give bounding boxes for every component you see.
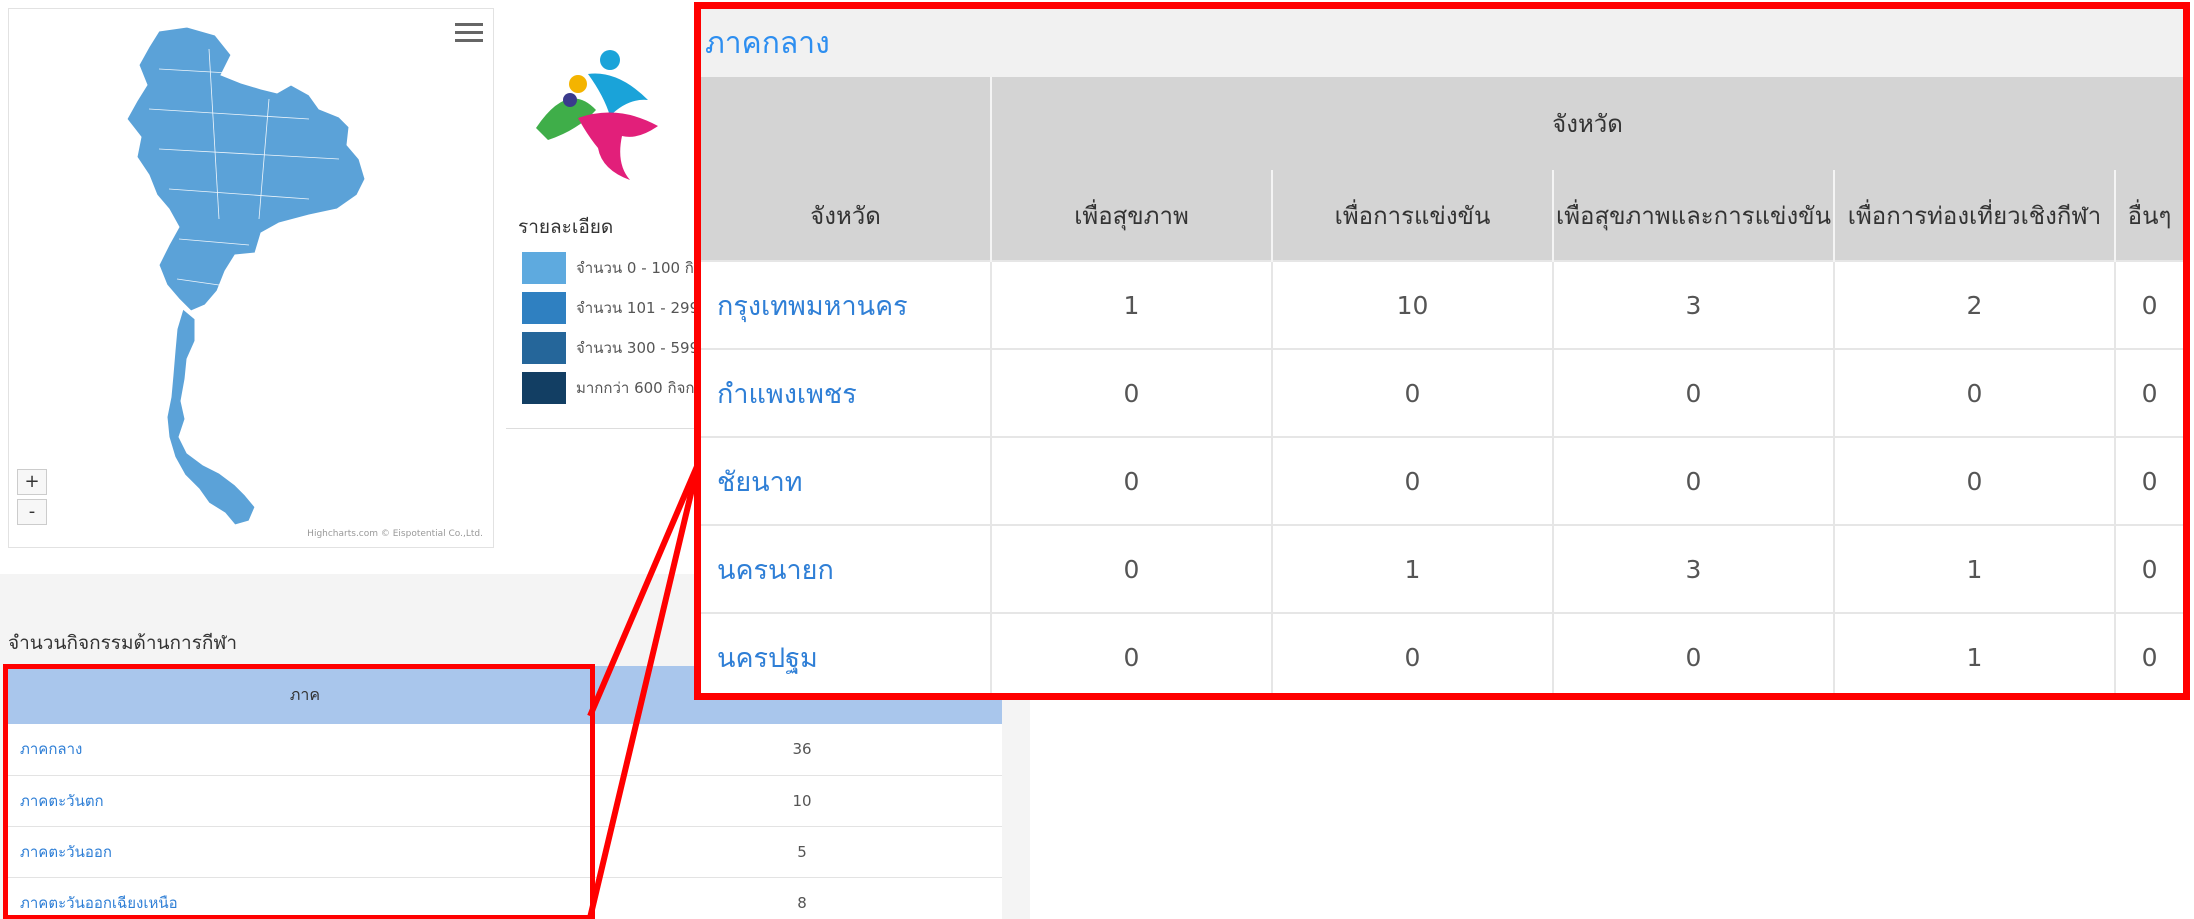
table-cell: 0 <box>2113 348 2183 437</box>
region-count: 36 <box>602 724 1002 776</box>
table-cell: 0 <box>990 524 1272 613</box>
table-cell: 0 <box>2113 524 2183 613</box>
zoomed-detail-panel: ภาคกลาง จังหวัด จังหวัด เพื่อสุขภาพ เพื่… <box>694 2 2190 700</box>
legend-label: จำนวน 101 - 299 ก <box>576 299 713 317</box>
table-cell: 1 <box>990 260 1272 349</box>
zoom-panel-title[interactable]: ภาคกลาง <box>705 20 830 67</box>
province-column-header[interactable]: จังหวัด <box>701 170 991 261</box>
thailand-map[interactable] <box>9 9 495 549</box>
region-count: 5 <box>602 826 1002 878</box>
table-row: นครนายก 0 1 3 1 0 <box>701 524 2183 613</box>
table-cell: 1 <box>1833 524 2115 613</box>
legend-divider <box>506 428 696 429</box>
legend-swatch <box>522 372 566 404</box>
province-group-header-row: จังหวัด <box>701 77 2183 170</box>
table-cell: 3 <box>1552 260 1834 349</box>
competition-column-header[interactable]: เพื่อการแข่งขัน <box>1271 170 1553 261</box>
table-cell: 0 <box>1271 612 1553 693</box>
province-link[interactable]: กำแพงเพชร <box>701 348 991 437</box>
table-cell: 0 <box>990 436 1272 525</box>
table-cell: 0 <box>2113 612 2183 693</box>
sport-tourism-column-header[interactable]: เพื่อการท่องเที่ยวเชิงกีฬา <box>1833 170 2115 261</box>
map-credit: Highcharts.com © Eispotential Co.,Ltd. <box>307 529 483 539</box>
table-cell: 0 <box>2113 436 2183 525</box>
table-cell: 0 <box>1271 436 1553 525</box>
legend-title: รายละเอียด <box>518 216 614 238</box>
zoom-out-button[interactable]: - <box>17 499 47 525</box>
province-link[interactable]: ชัยนาท <box>701 436 991 525</box>
region-count: 10 <box>602 775 1002 827</box>
legend-swatch <box>522 332 566 364</box>
table-cell: 2 <box>1833 260 2115 349</box>
table-row: กรุงเทพมหานคร 1 10 3 2 0 <box>701 260 2183 349</box>
legend-item: จำนวน 101 - 299 ก <box>522 292 713 324</box>
table-cell: 1 <box>1833 612 2115 693</box>
province-link[interactable]: นครนายก <box>701 524 991 613</box>
zoom-title-bar: ภาคกลาง <box>701 9 2183 77</box>
table-row: กำแพงเพชร 0 0 0 0 0 <box>701 348 2183 437</box>
zoom-in-button[interactable]: + <box>17 469 47 495</box>
legend-label: จำนวน 300 - 599 <box>576 339 700 357</box>
legend-swatch <box>522 292 566 324</box>
table-cell: 0 <box>2113 260 2183 349</box>
table-cell: 10 <box>1271 260 1553 349</box>
sports-logo <box>536 50 658 180</box>
legend-label: จำนวน 0 - 100 กิจ <box>576 259 703 277</box>
province-table: จังหวัด จังหวัด เพื่อสุขภาพ เพื่อการแข่ง… <box>701 77 2183 693</box>
legend-item: มากกว่า 600 กิจกร <box>522 372 703 404</box>
table-cell: 3 <box>1552 524 1834 613</box>
health-column-header[interactable]: เพื่อสุขภาพ <box>990 170 1272 261</box>
table-cell: 0 <box>990 348 1272 437</box>
table-cell: 0 <box>1552 436 1834 525</box>
table-cell: 0 <box>990 612 1272 693</box>
province-column-header-row: จังหวัด เพื่อสุขภาพ เพื่อการแข่งขัน เพื่… <box>701 170 2183 261</box>
table-cell: 1 <box>1271 524 1553 613</box>
other-column-header[interactable]: อื่นๆ <box>2113 170 2183 261</box>
table-row: นครปฐม 0 0 0 1 0 <box>701 612 2183 693</box>
region-table-title: จำนวนกิจกรรมด้านการกีฬา <box>8 632 238 654</box>
table-cell: 0 <box>1271 348 1553 437</box>
province-link[interactable]: นครปฐม <box>701 612 991 693</box>
province-group-header: จังหวัด <box>989 77 2183 170</box>
legend-swatch <box>522 252 566 284</box>
table-cell: 0 <box>1833 348 2115 437</box>
table-row: ชัยนาท 0 0 0 0 0 <box>701 436 2183 525</box>
map-menu-icon[interactable] <box>455 23 483 47</box>
legend-item: จำนวน 300 - 599 <box>522 332 699 364</box>
table-cell: 0 <box>1552 348 1834 437</box>
map-region-south[interactable] <box>166 308 256 526</box>
highlight-box <box>3 664 595 919</box>
table-cell: 0 <box>1552 612 1834 693</box>
table-cell: 0 <box>1833 436 2115 525</box>
province-link[interactable]: กรุงเทพมหานคร <box>701 260 991 349</box>
legend-label: มากกว่า 600 กิจกร <box>576 379 703 397</box>
legend-item: จำนวน 0 - 100 กิจ <box>522 252 703 284</box>
province-corner-cell <box>701 77 991 170</box>
region-count: 8 <box>602 877 1002 919</box>
thailand-map-panel: + - Highcharts.com © Eispotential Co.,Lt… <box>8 8 494 548</box>
health-competition-column-header[interactable]: เพื่อสุขภาพและการแข่งขัน <box>1552 170 1834 261</box>
